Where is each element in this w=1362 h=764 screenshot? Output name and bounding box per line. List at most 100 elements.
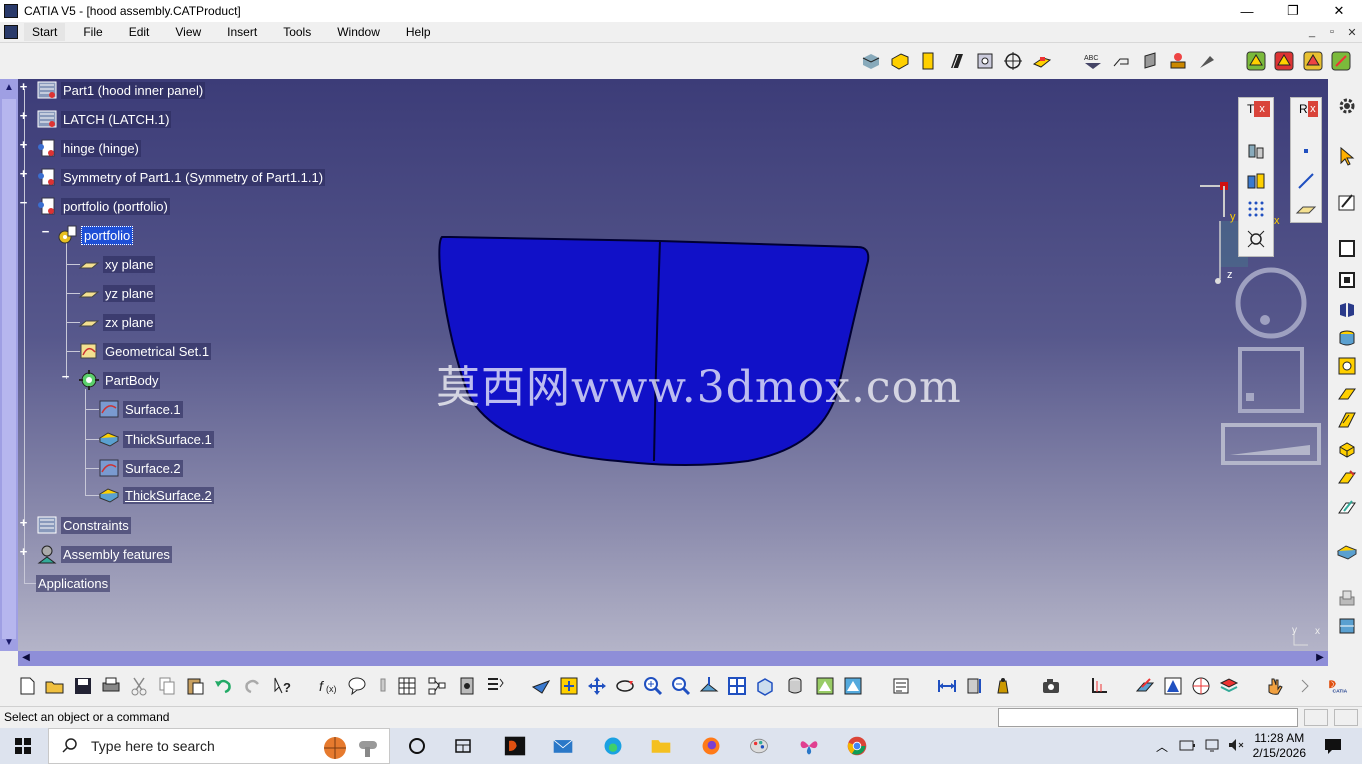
catia-taskbar-icon[interactable] bbox=[502, 734, 528, 758]
tree-node-constraints[interactable]: Constraints bbox=[36, 514, 131, 536]
reference-elements-icon[interactable] bbox=[1245, 170, 1267, 192]
render-icon[interactable] bbox=[1162, 675, 1184, 697]
view-navigation-widgets[interactable] bbox=[1218, 265, 1328, 465]
menu-file[interactable]: File bbox=[75, 23, 110, 41]
layers-icon[interactable] bbox=[1218, 675, 1240, 697]
line-icon[interactable] bbox=[1295, 170, 1317, 192]
pocket-icon[interactable] bbox=[889, 50, 911, 72]
catalog-icon[interactable] bbox=[396, 675, 418, 697]
command-option-button-2[interactable] bbox=[1334, 709, 1358, 726]
axis-system-icon[interactable] bbox=[1088, 675, 1110, 697]
edge-browser-icon[interactable] bbox=[600, 734, 626, 758]
shell-icon[interactable] bbox=[1336, 355, 1358, 377]
assembly-workbench-icon[interactable] bbox=[1302, 50, 1324, 72]
measure-icon[interactable] bbox=[1139, 50, 1161, 72]
fly-mode-icon[interactable] bbox=[530, 675, 552, 697]
apply-material-icon[interactable] bbox=[1167, 50, 1189, 72]
tree-node-partbody[interactable]: PartBody bbox=[78, 369, 161, 391]
cut-icon[interactable] bbox=[128, 675, 150, 697]
taskbar-clock[interactable]: 11:28 AM 2/15/2026 bbox=[1253, 731, 1306, 761]
tree-node-part1[interactable]: Part1 (hood inner panel) bbox=[36, 79, 206, 101]
part-design-workbench-icon[interactable] bbox=[1273, 50, 1295, 72]
chamfer-icon[interactable] bbox=[1336, 299, 1358, 321]
hand-tool-icon[interactable] bbox=[1264, 675, 1286, 697]
iso-view-icon[interactable] bbox=[754, 675, 776, 697]
tree-node-symmetry[interactable]: Symmetry of Part1.1 (Symmetry of Part1.1… bbox=[36, 166, 326, 188]
settings-gear-icon[interactable] bbox=[1336, 95, 1358, 117]
doc-restore-button[interactable]: ▫ bbox=[1322, 22, 1342, 42]
apply-boolean-icon[interactable] bbox=[1336, 587, 1358, 609]
publication-icon[interactable] bbox=[890, 675, 912, 697]
thick-surface-tool-icon[interactable] bbox=[1336, 541, 1358, 563]
tree-structure-icon[interactable] bbox=[426, 675, 448, 697]
select-arrow-icon[interactable] bbox=[1336, 145, 1358, 167]
command-option-button[interactable] bbox=[1304, 709, 1328, 726]
tree-node-zx-plane[interactable]: zx plane bbox=[78, 311, 156, 333]
zoom-out-icon[interactable] bbox=[670, 675, 692, 697]
edit-sketch-icon[interactable] bbox=[1336, 497, 1358, 519]
formula-icon[interactable]: f (x) bbox=[318, 675, 340, 697]
measure-item-icon[interactable] bbox=[964, 675, 986, 697]
normal-view-icon[interactable] bbox=[698, 675, 720, 697]
tree-node-thicksurface-1[interactable]: ThickSurface.1 bbox=[98, 428, 214, 450]
fillet-icon[interactable] bbox=[1336, 269, 1358, 291]
tree-node-portfolio-instance[interactable]: portfolio (portfolio) bbox=[36, 195, 170, 217]
whats-this-icon[interactable]: ? bbox=[272, 675, 294, 697]
rib-icon[interactable] bbox=[1031, 50, 1053, 72]
maximize-button[interactable]: ❐ bbox=[1270, 0, 1316, 22]
tree-node-surface-1[interactable]: Surface.1 bbox=[98, 398, 183, 420]
tree-node-hinge[interactable]: hinge (hinge) bbox=[36, 137, 141, 159]
tree-node-applications[interactable]: Applications bbox=[36, 572, 111, 594]
volume-mute-icon[interactable] bbox=[1226, 735, 1246, 755]
replace-face-icon[interactable] bbox=[1336, 467, 1358, 489]
measure-between-icon[interactable] bbox=[936, 675, 958, 697]
scroll-up-arrow-icon[interactable]: ▲ bbox=[3, 82, 15, 94]
crosshair-icon[interactable] bbox=[1002, 50, 1024, 72]
point-icon[interactable] bbox=[1295, 140, 1317, 162]
menu-view[interactable]: View bbox=[167, 23, 209, 41]
hole-icon[interactable] bbox=[974, 50, 996, 72]
swap-visible-space-icon[interactable] bbox=[842, 675, 864, 697]
rotate-icon[interactable] bbox=[614, 675, 636, 697]
command-input[interactable] bbox=[998, 708, 1298, 727]
mail-icon[interactable] bbox=[550, 734, 576, 758]
draft-icon[interactable] bbox=[1336, 327, 1358, 349]
task-view-icon[interactable] bbox=[406, 735, 428, 757]
split-icon[interactable] bbox=[1336, 615, 1358, 637]
measure-inertia-icon[interactable] bbox=[992, 675, 1014, 697]
print-icon[interactable] bbox=[100, 675, 122, 697]
scroll-right-arrow-icon[interactable]: ▶ bbox=[1314, 652, 1326, 664]
tools-panel[interactable]: Tx bbox=[1238, 97, 1274, 257]
firefox-icon[interactable] bbox=[698, 734, 724, 758]
open-folder-icon[interactable] bbox=[44, 675, 66, 697]
more-arrow-icon[interactable] bbox=[1294, 675, 1316, 697]
menu-tools[interactable]: Tools bbox=[275, 23, 319, 41]
windows-start-icon[interactable] bbox=[12, 735, 34, 757]
battery-icon[interactable] bbox=[1178, 735, 1198, 755]
reference-panel[interactable]: Rx bbox=[1290, 97, 1322, 223]
taskbar-search[interactable]: Type here to search bbox=[48, 728, 390, 764]
scroll-track[interactable] bbox=[2, 99, 16, 639]
zoom-in-icon[interactable] bbox=[642, 675, 664, 697]
reference-panel-close-icon[interactable]: x bbox=[1307, 101, 1318, 117]
shaft-icon[interactable] bbox=[917, 50, 939, 72]
network-icon[interactable] bbox=[1202, 735, 1222, 755]
sketch-icon[interactable] bbox=[1336, 191, 1358, 213]
pad-icon[interactable] bbox=[860, 50, 882, 72]
plane-tool-icon[interactable] bbox=[1295, 198, 1317, 220]
tree-vertical-scrollbar[interactable]: ▲ ▼ bbox=[0, 79, 18, 651]
menu-start[interactable]: Start bbox=[24, 23, 66, 41]
redo-icon[interactable] bbox=[242, 675, 264, 697]
tree-node-yz-plane[interactable]: yz plane bbox=[78, 282, 156, 304]
thread-icon[interactable] bbox=[1336, 409, 1358, 431]
tree-node-portfolio-part[interactable]: portfolio bbox=[56, 224, 134, 246]
environment-icon[interactable] bbox=[1190, 675, 1212, 697]
tree-node-thicksurface-2[interactable]: ThickSurface.2 bbox=[98, 484, 214, 506]
groove-icon[interactable] bbox=[946, 50, 968, 72]
save-icon[interactable] bbox=[72, 675, 94, 697]
paint-icon[interactable] bbox=[746, 734, 772, 758]
menu-window[interactable]: Window bbox=[329, 23, 388, 41]
document-icon[interactable] bbox=[4, 25, 18, 39]
3d-viewport[interactable]: + Part1 (hood inner panel) + LATCH (LATC… bbox=[18, 79, 1328, 651]
minimize-button[interactable]: — bbox=[1224, 0, 1270, 22]
